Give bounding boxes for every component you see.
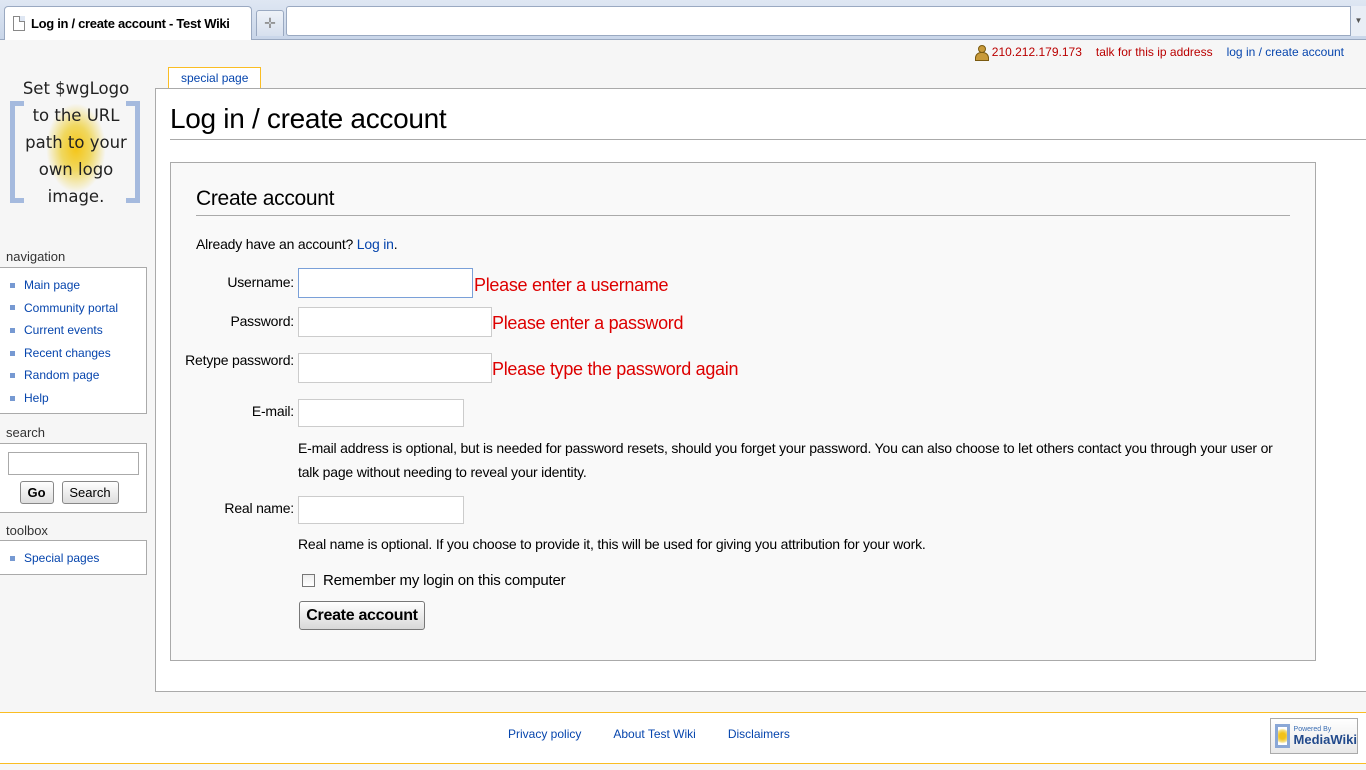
real-name-help-text: Real name is optional. If you choose to … bbox=[298, 536, 926, 552]
toolbox-portlet: Special pages bbox=[0, 540, 147, 575]
tab-special-page[interactable]: special page bbox=[168, 67, 262, 89]
user-icon bbox=[974, 45, 989, 61]
sidebar-item-current-events[interactable]: Current events bbox=[10, 319, 146, 342]
bullet-icon bbox=[10, 373, 15, 379]
wiki-page: 210.212.179.173 talk for this ip address… bbox=[0, 41, 1366, 770]
password-error: Please enter a password bbox=[492, 313, 684, 333]
footer-link-privacy-policy[interactable]: Privacy policy bbox=[508, 727, 581, 741]
plus-icon: ✛ bbox=[264, 15, 276, 31]
tab-list-button[interactable]: ▼ bbox=[1350, 6, 1366, 36]
bullet-icon bbox=[10, 305, 15, 311]
remember-login-checkbox[interactable] bbox=[302, 574, 315, 587]
sidebar-item-label[interactable]: Random page bbox=[24, 364, 99, 387]
sidebar-item-label[interactable]: Help bbox=[24, 387, 49, 410]
username-field[interactable] bbox=[298, 268, 473, 298]
real-name-field[interactable] bbox=[298, 496, 464, 524]
sidebar-item-special-pages[interactable]: Special pages bbox=[10, 547, 146, 570]
sidebar-item-label[interactable]: Current events bbox=[24, 319, 103, 342]
search-button[interactable]: Search bbox=[61, 481, 119, 504]
login-link[interactable]: Log in bbox=[357, 236, 394, 252]
create-account-button[interactable]: Create account bbox=[299, 601, 425, 630]
sidebar-item-label[interactable]: Recent changes bbox=[24, 342, 111, 365]
login-create-account-link[interactable]: log in / create account bbox=[1227, 45, 1344, 59]
browser-tab-strip: Log in / create account - Test Wiki ✛ ▼ bbox=[0, 0, 1366, 40]
logo-placeholder-text: Set $wgLogo to the URL path to your own … bbox=[22, 79, 130, 206]
already-end: . bbox=[393, 236, 398, 252]
powered-by-text: Powered By MediaWiki bbox=[1294, 726, 1357, 746]
mediawiki-logo-icon bbox=[1275, 724, 1290, 748]
bullet-icon bbox=[10, 327, 15, 333]
tab-bar-empty-area bbox=[286, 6, 1366, 36]
email-label: E-mail: bbox=[251, 403, 294, 419]
ip-address-link[interactable]: 210.212.179.173 bbox=[974, 45, 1082, 61]
ip-address-text: 210.212.179.173 bbox=[991, 45, 1082, 59]
username-error: Please enter a username bbox=[474, 275, 669, 295]
document-icon bbox=[13, 16, 25, 31]
navigation-portlet: Main page Community portal Current event… bbox=[0, 267, 147, 414]
talk-link[interactable]: talk for this ip address bbox=[1096, 45, 1213, 59]
footer-link-about[interactable]: About Test Wiki bbox=[613, 727, 695, 741]
sidebar-item-random-page[interactable]: Random page bbox=[10, 364, 146, 387]
remember-login-row[interactable]: Remember my login on this computer bbox=[302, 572, 566, 589]
navigation-heading: navigation bbox=[6, 249, 66, 264]
sidebar-item-label[interactable]: Community portal bbox=[24, 297, 118, 320]
retype-password-field[interactable] bbox=[298, 353, 492, 383]
footer-link-disclaimers[interactable]: Disclaimers bbox=[728, 727, 790, 741]
footer: Privacy policy About Test Wiki Disclaime… bbox=[0, 712, 1366, 764]
toolbox-heading: toolbox bbox=[6, 523, 48, 538]
search-heading: search bbox=[6, 425, 46, 440]
form-heading: Create account bbox=[196, 187, 1290, 216]
footer-links: Privacy policy About Test Wiki Disclaime… bbox=[508, 727, 790, 741]
sidebar-item-help[interactable]: Help bbox=[10, 387, 146, 410]
search-input[interactable] bbox=[8, 452, 139, 475]
sidebar-item-recent-changes[interactable]: Recent changes bbox=[10, 342, 146, 365]
search-portlet: Go Search bbox=[0, 443, 147, 513]
search-buttons: Go Search bbox=[8, 481, 146, 504]
username-label: Username: bbox=[227, 274, 294, 290]
retype-password-error: Please type the password again bbox=[492, 359, 739, 379]
password-label: Password: bbox=[230, 313, 294, 329]
email-field[interactable] bbox=[298, 399, 464, 427]
sidebar-item-label[interactable]: Main page bbox=[24, 274, 80, 297]
personal-tools: 210.212.179.173 talk for this ip address… bbox=[974, 45, 1344, 61]
main-content: Log in / create account Create account A… bbox=[155, 88, 1366, 692]
powered-by-mediawiki-badge[interactable]: Powered By MediaWiki bbox=[1270, 718, 1358, 754]
page-title: Log in / create account bbox=[170, 103, 1366, 140]
browser-tab-title: Log in / create account - Test Wiki bbox=[31, 16, 230, 31]
email-help-text: E-mail address is optional, but is neede… bbox=[298, 440, 1273, 480]
sidebar-item-main-page[interactable]: Main page bbox=[10, 274, 146, 297]
real-name-label: Real name: bbox=[224, 500, 294, 516]
powered-by-big: MediaWiki bbox=[1293, 732, 1357, 747]
bullet-icon bbox=[10, 555, 15, 561]
sidebar-item-label[interactable]: Special pages bbox=[24, 547, 99, 570]
bullet-icon bbox=[10, 282, 15, 288]
bullet-icon bbox=[10, 395, 15, 401]
go-button[interactable]: Go bbox=[19, 481, 54, 504]
chevron-down-icon: ▼ bbox=[1354, 16, 1363, 25]
browser-tab-active[interactable]: Log in / create account - Test Wiki bbox=[4, 6, 252, 40]
password-field[interactable] bbox=[298, 307, 492, 337]
already-have-account-text: Already have an account? Log in. bbox=[196, 236, 398, 252]
site-logo[interactable]: Set $wgLogo to the URL path to your own … bbox=[8, 75, 144, 209]
new-tab-button[interactable]: ✛ bbox=[256, 10, 284, 36]
already-text: Already have an account? bbox=[196, 236, 354, 252]
create-account-form: Create account Already have an account? … bbox=[170, 162, 1316, 661]
sidebar-item-community-portal[interactable]: Community portal bbox=[10, 297, 146, 320]
retype-password-label: Retype password: bbox=[185, 352, 294, 368]
bullet-icon bbox=[10, 350, 15, 356]
remember-login-label: Remember my login on this computer bbox=[323, 572, 566, 589]
